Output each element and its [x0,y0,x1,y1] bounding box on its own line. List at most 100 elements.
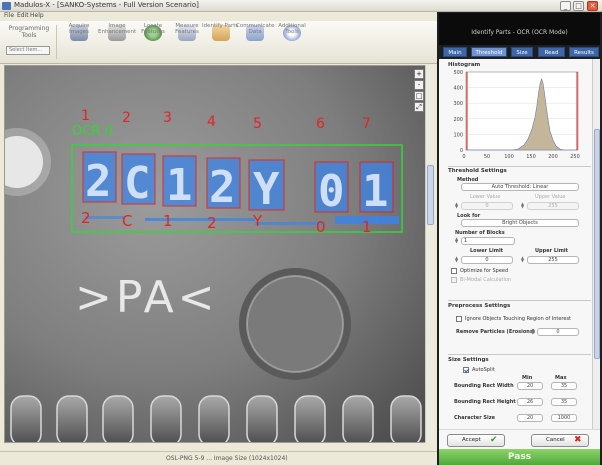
panel-tabs: Main Threshold Size Read Results [439,47,600,58]
optimize-speed-label: Optimize for Speed [460,268,509,274]
section-divider [448,354,591,355]
communicate-data-button[interactable]: Communicate Data [236,23,274,61]
pan-tool-button[interactable]: ⤢ [414,102,424,112]
bounding-rect-width-max[interactable]: 35 [551,382,577,390]
tab-main[interactable]: Main [443,47,467,57]
ignore-touching-roi-checkbox[interactable] [456,316,462,322]
inspection-image[interactable]: >PA< OCR 0 1 2 3 4 5 6 7 2 C 1 2 Y 0 1 2… [5,66,430,443]
char-glyph-6: 0 [318,166,345,217]
additional-tools-button[interactable]: Additional Tools [273,23,311,61]
size-max-header: Max [555,375,567,381]
number-of-blocks-label: Number of Blocks [455,230,505,236]
remove-particles-stepper[interactable]: ▲ ▼ [531,328,535,335]
upper-limit-stepper[interactable]: ▲ ▼ [521,256,525,263]
bounding-rect-width-min[interactable]: 20 [517,382,543,390]
autosplit-checkbox[interactable] [463,367,469,373]
tab-read[interactable]: Read [538,47,565,57]
char-index-7: 7 [362,116,371,132]
image-viewer[interactable]: >PA< OCR 0 1 2 3 4 5 6 7 2 C 1 2 Y 0 1 2… [4,65,430,443]
read-char-4: 2 [207,214,217,232]
panel-scrollbar-thumb[interactable] [594,129,600,359]
read-char-6: 0 [316,218,326,236]
upper-value-field: 255 [527,202,579,210]
char-glyph-2: C [124,158,151,209]
bounding-rect-height-max[interactable]: 35 [551,398,577,406]
optimize-speed-checkbox[interactable] [451,268,457,274]
bi-modal-label: Bi-Modal Calculation [460,277,512,283]
minimize-button[interactable]: _ [560,1,571,11]
upper-limit-label: Upper Limit [535,248,569,254]
close-button[interactable]: ✕ [587,1,598,11]
upper-value-label: Upper Value [535,194,566,200]
panel-body: Histogram 0 50 100 150 200 250 500 400 3… [439,59,600,429]
accept-button[interactable]: Accept ✔ [447,434,505,447]
hist-ytick-0: 0 [460,148,463,154]
tab-threshold[interactable]: Threshold [471,47,507,57]
lower-limit-stepper[interactable]: ▲ ▼ [455,256,459,263]
size-min-header: Min [522,375,533,381]
upper-limit-field[interactable]: 255 [527,256,579,264]
char-glyph-4: 2 [209,162,236,213]
panel-scrollbar[interactable] [592,59,600,429]
measure-features-label: Measure Features [175,23,199,35]
read-char-2: C [122,212,132,230]
status-bar: OSL-PNG 5-9 ... Image Size (1024x1024) [0,451,437,465]
part-marking-text: >PA< [75,272,219,323]
char-index-2: 2 [122,110,131,126]
tab-results[interactable]: Results [569,47,599,57]
look-for-dropdown[interactable]: Bright Objects [461,219,579,227]
menu-file[interactable]: File [4,12,14,19]
method-dropdown[interactable]: Auto Threshold: Linear [461,183,579,191]
blocks-stepper[interactable]: ▲ ▼ [455,237,459,244]
histogram-chart: 0 50 100 150 200 250 500 400 300 200 100… [452,69,582,163]
image-scrollbar[interactable] [425,65,434,443]
character-size-min[interactable]: 20 [517,414,543,422]
window-title: Madulos-X - [SANKO-Systems - Full Versio… [14,1,199,9]
menu-edit[interactable]: Edit [17,12,29,19]
hist-xtick-0: 0 [462,154,465,160]
lower-value-stepper: ▲ ▼ [455,201,459,209]
image-scrollbar-thumb[interactable] [427,165,434,225]
char-index-1: 1 [81,108,90,124]
zoom-out-button[interactable]: - [414,80,424,90]
settings-panel: Identify Parts - OCR (OCR Mode) Main Thr… [437,12,602,465]
bounding-rect-height-min[interactable]: 26 [517,398,543,406]
threshold-settings-header: Threshold Settings [448,168,507,174]
remove-particles-field[interactable]: 0 [537,328,579,336]
cancel-button[interactable]: Cancel ✖ [531,434,589,447]
pass-status-bar: Pass [439,449,600,465]
image-enhancement-button[interactable]: Image Enhancement [98,23,136,61]
char-glyph-5: Y [253,164,280,215]
image-enhancement-label: Image Enhancement [98,23,137,35]
number-of-blocks-field[interactable]: 1 [461,237,515,245]
menu-help[interactable]: Help [30,12,44,19]
maximize-button[interactable]: □ [573,1,584,11]
locate-features-button[interactable]: Locate Features [134,23,172,61]
measure-features-button[interactable]: Measure Features [168,23,206,61]
zoom-fit-button[interactable]: □ [414,91,424,101]
ignore-touching-roi-label: Ignore Objects Touching Region of Intere… [465,316,572,322]
programming-tools-label: Programming Tools [8,25,50,39]
acquire-images-button[interactable]: Acquire Images [60,23,98,61]
toolbar-divider [56,25,57,59]
tab-size[interactable]: Size [511,47,533,57]
acquire-images-label: Acquire Images [68,23,90,35]
section-divider [448,300,591,301]
identify-parts-button[interactable]: Identify Parts [202,23,240,61]
lower-limit-field[interactable]: 0 [461,256,513,264]
bottom-pins [10,395,422,442]
zoom-in-button[interactable]: + [414,69,424,79]
char-index-6: 6 [316,116,325,132]
character-size-max[interactable]: 1000 [551,414,577,422]
char-glyph-3: 1 [166,160,193,211]
identify-parts-label: Identify Parts [202,23,239,29]
hist-ytick-200: 200 [453,117,463,123]
read-char-7: 1 [362,218,372,236]
select-item-dropdown[interactable]: Select Item... [6,46,50,55]
hist-xtick-100: 100 [504,154,514,160]
hist-ytick-500: 500 [453,70,463,76]
title-bar: Madulos-X - [SANKO-Systems - Full Versio… [0,0,602,12]
hist-xtick-50: 50 [484,154,490,160]
char-index-3: 3 [163,110,172,126]
char-index-4: 4 [207,114,216,130]
